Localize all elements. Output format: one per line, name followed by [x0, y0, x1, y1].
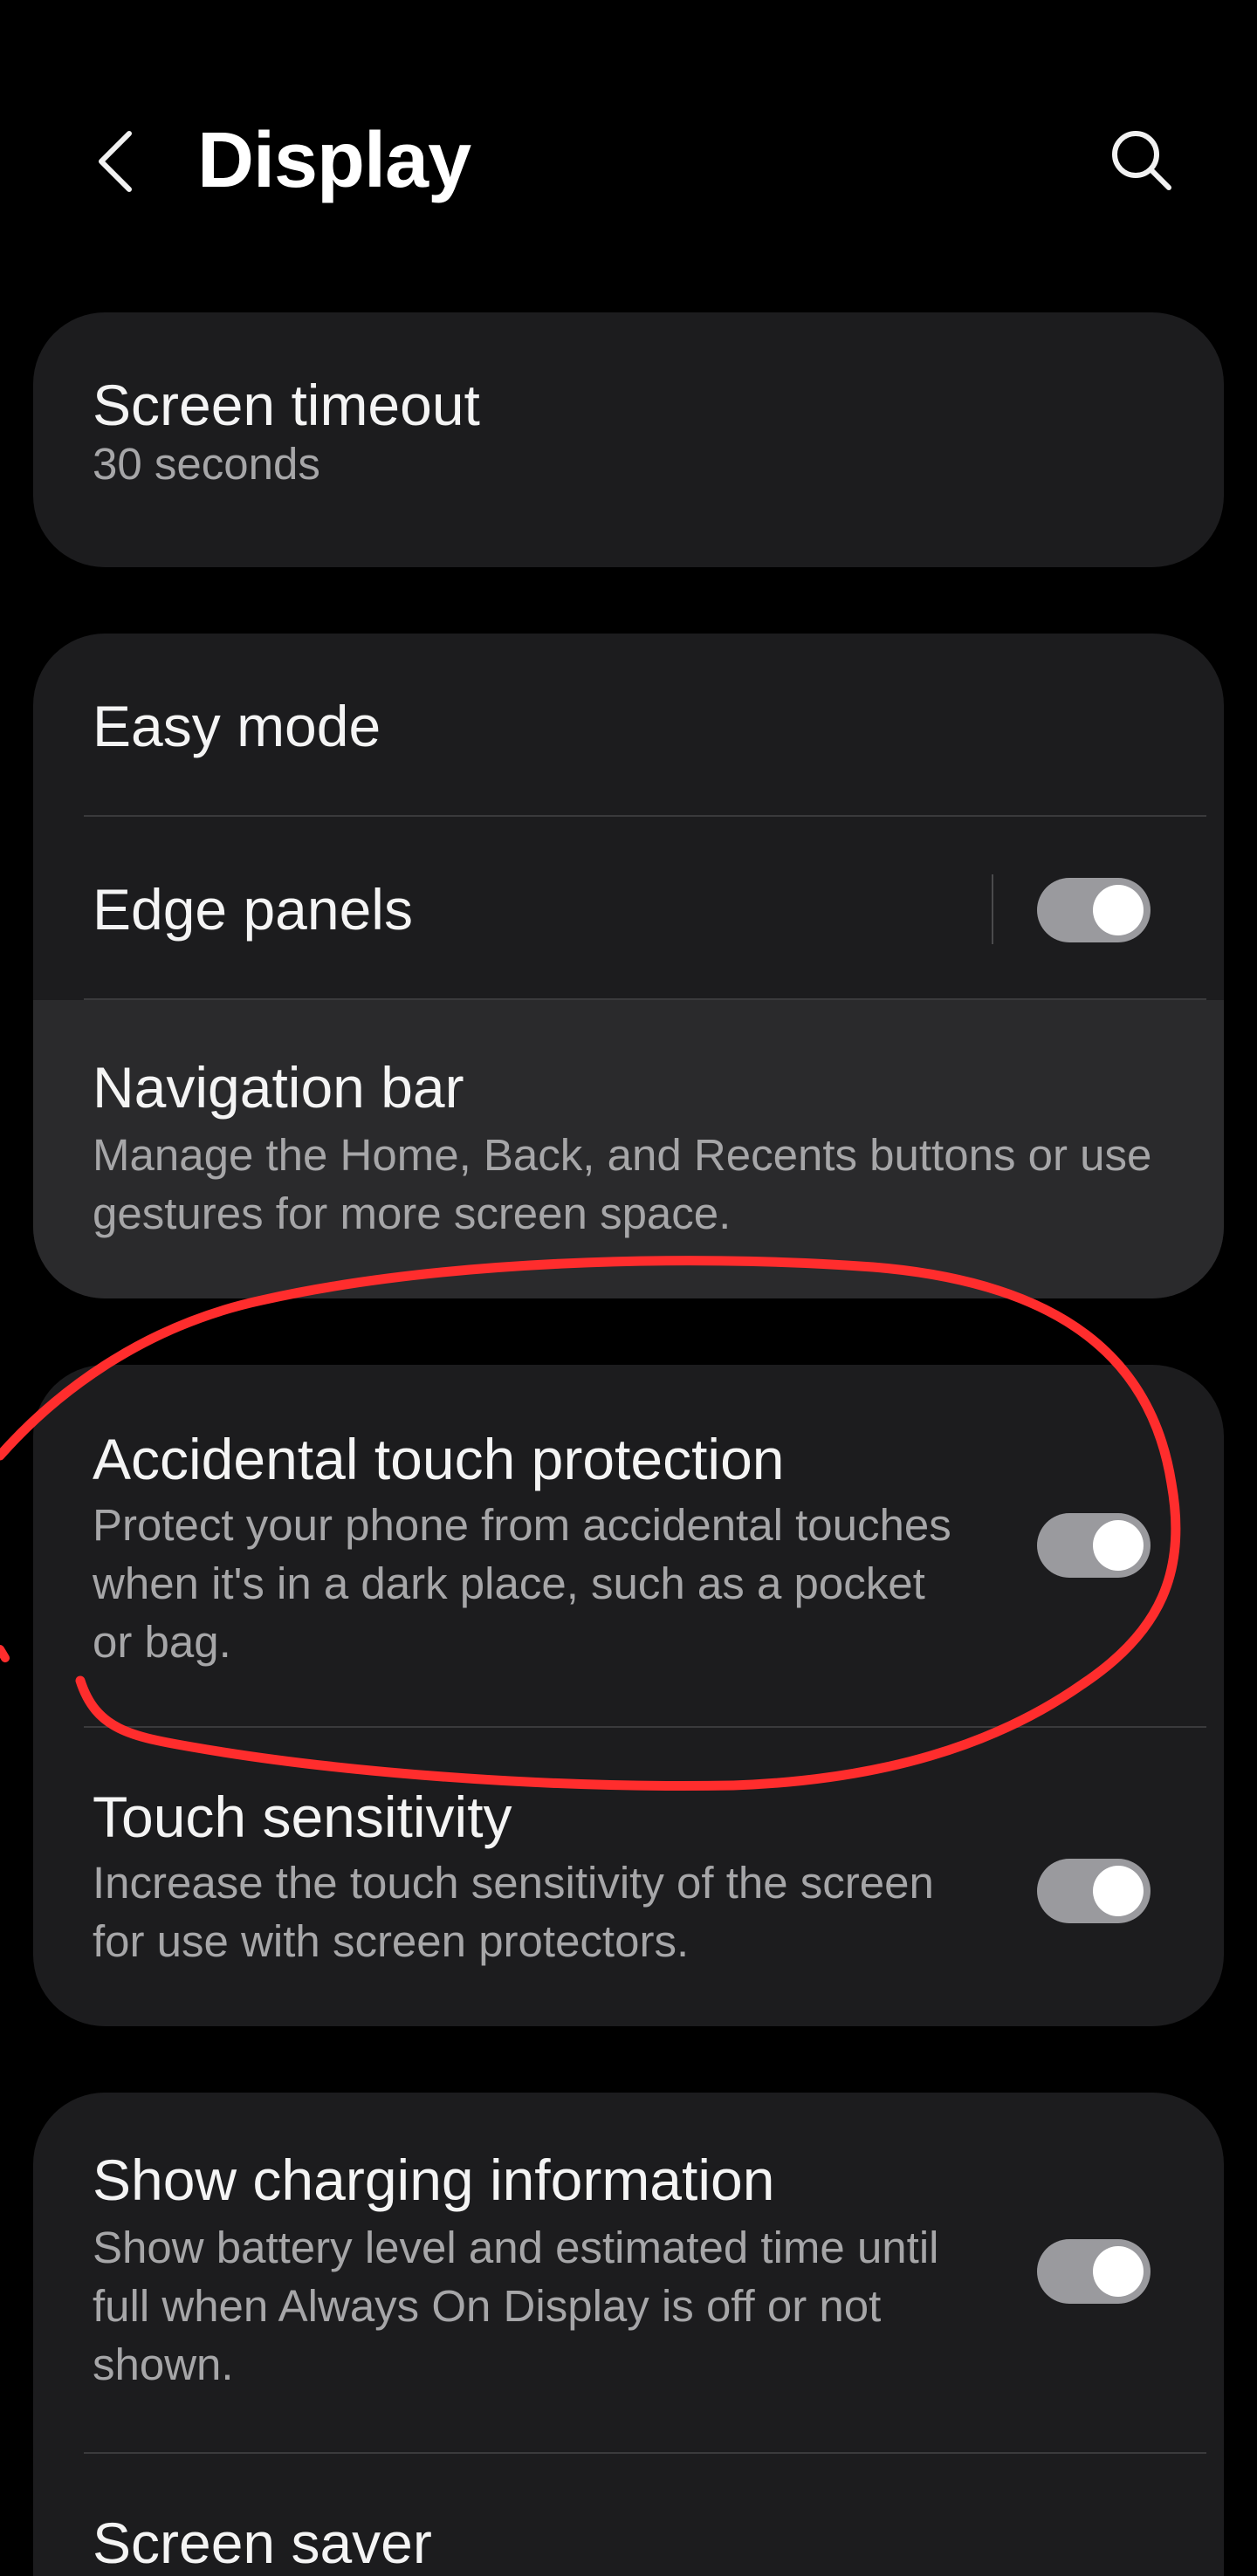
screen-timeout-row[interactable]: Screen timeout 30 seconds [33, 312, 1224, 567]
screen-timeout-title: Screen timeout [93, 373, 480, 437]
charging-info-toggle[interactable] [1037, 2239, 1151, 2304]
edge-panels-toggle[interactable] [1037, 878, 1151, 942]
app-bar: Display [0, 0, 1257, 288]
navigation-bar-description: Manage the Home, Back, and Recents butto… [93, 1130, 1152, 1238]
charging-info-title: Show charging information [93, 2148, 775, 2212]
easy-mode-title: Easy mode [93, 694, 381, 758]
toggle-knob [1093, 885, 1144, 935]
vertical-separator [992, 874, 993, 944]
touch-options-card: Accidental touch protection Protect your… [33, 1365, 1224, 2026]
edge-panels-row[interactable]: Edge panels [33, 817, 1224, 1000]
screen-timeout-value: 30 seconds [93, 439, 320, 489]
touch-sensitivity-title: Touch sensitivity [93, 1785, 512, 1849]
touch-sensitivity-toggle[interactable] [1037, 1859, 1151, 1923]
search-icon [1112, 131, 1171, 190]
navigation-bar-title: Navigation bar [93, 1055, 464, 1120]
easy-mode-row[interactable]: Easy mode [33, 634, 1224, 817]
display-settings-screen: Display Screen timeout 30 seconds Easy m… [0, 0, 1257, 2576]
layout-options-card: Easy mode Edge panels Navigation bar Man… [33, 634, 1224, 1298]
toggle-knob [1093, 1520, 1144, 1571]
accidental-touch-description: Protect your phone from accidental touch… [93, 1500, 951, 1667]
touch-sensitivity-description: Increase the touch sensitivity of the sc… [93, 1858, 934, 1966]
charging-options-card: Show charging information Show battery l… [33, 2093, 1224, 2576]
navigation-bar-row[interactable]: Navigation bar Manage the Home, Back, an… [33, 1000, 1224, 1298]
page-title: Display [197, 117, 471, 204]
accidental-touch-row[interactable]: Accidental touch protection Protect your… [33, 1365, 1224, 1726]
screen-saver-title: Screen saver [93, 2511, 432, 2575]
accidental-touch-title: Accidental touch protection [93, 1427, 785, 1491]
edge-panels-title: Edge panels [93, 877, 413, 942]
charging-info-description: Show battery level and estimated time un… [93, 2223, 939, 2389]
touch-sensitivity-row[interactable]: Touch sensitivity Increase the touch sen… [33, 1728, 1224, 2026]
chevron-left-icon [99, 131, 132, 192]
screen-saver-row[interactable]: Screen saver [33, 2454, 1224, 2576]
back-button[interactable] [80, 122, 150, 201]
toggle-knob [1093, 2246, 1144, 2297]
search-button[interactable] [1102, 120, 1180, 199]
accidental-touch-toggle[interactable] [1037, 1513, 1151, 1578]
charging-info-row[interactable]: Show charging information Show battery l… [33, 2093, 1224, 2452]
screen-timeout-card: Screen timeout 30 seconds [33, 312, 1224, 567]
toggle-knob [1093, 1866, 1144, 1916]
